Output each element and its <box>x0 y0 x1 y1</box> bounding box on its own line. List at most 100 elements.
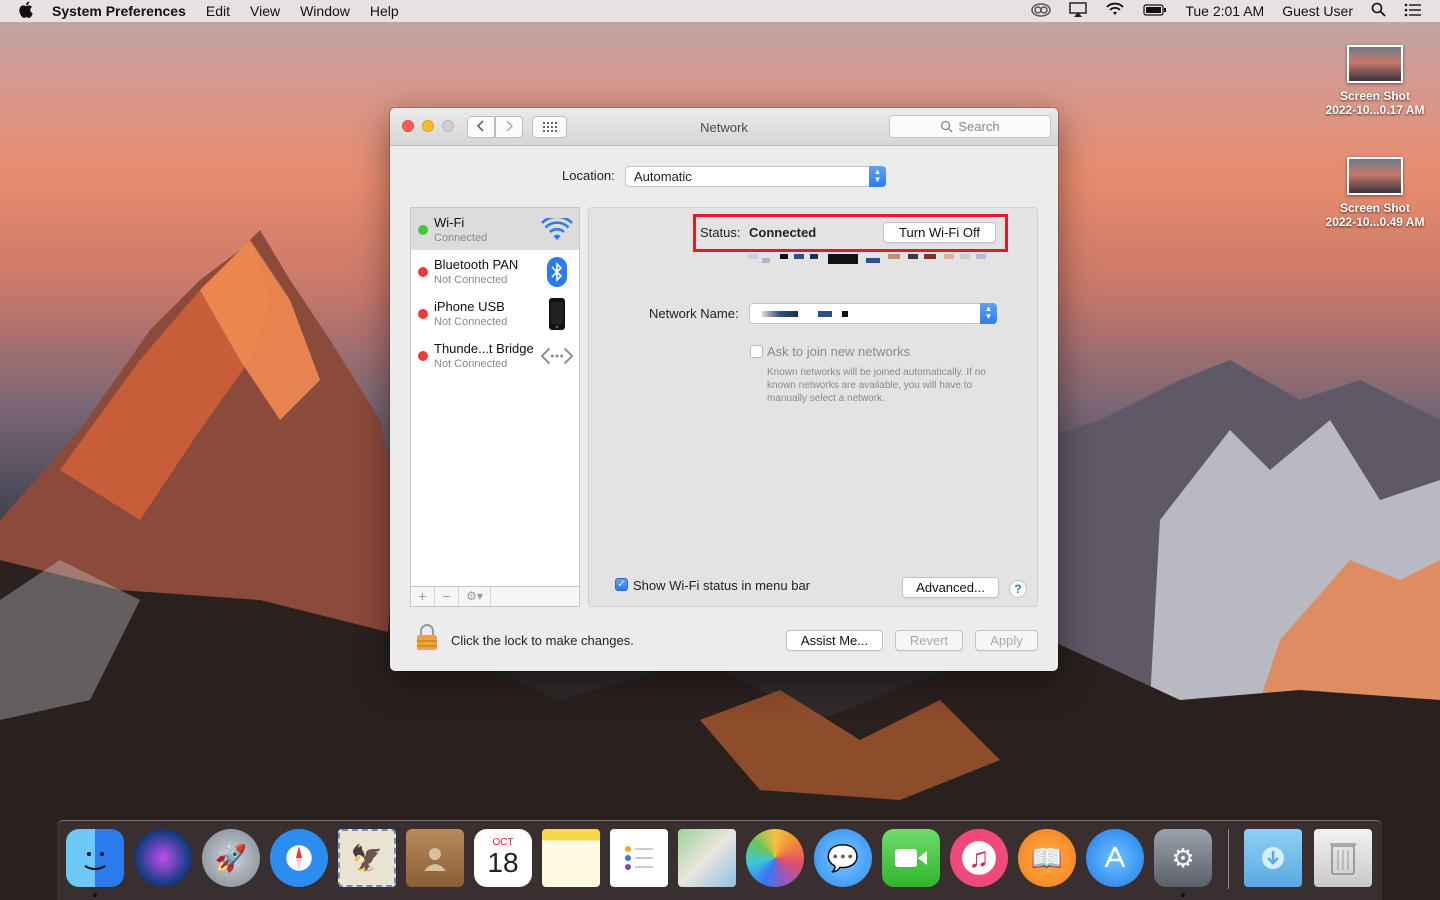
system-preferences-icon[interactable]: ⚙ <box>1154 829 1212 887</box>
turn-wifi-off-button[interactable]: Turn Wi-Fi Off <box>883 222 996 243</box>
running-indicator <box>1181 893 1185 897</box>
finder-icon[interactable] <box>66 829 124 887</box>
ask-to-join-checkbox[interactable] <box>750 345 763 358</box>
contacts-icon[interactable] <box>406 829 464 887</box>
menu-clock[interactable]: Tue 2:01 AM <box>1185 3 1264 19</box>
siri-icon[interactable] <box>134 829 192 887</box>
photos-icon[interactable] <box>746 829 804 887</box>
status-dot <box>418 309 428 319</box>
menu-view[interactable]: View <box>250 3 280 19</box>
screenshot-thumbnail <box>1347 157 1403 195</box>
remove-service-button[interactable]: − <box>435 587 459 606</box>
location-select[interactable]: Automatic ▲ ▼ <box>625 166 886 187</box>
notes-icon[interactable] <box>542 829 600 887</box>
calendar-icon[interactable]: OCT 18 <box>474 829 532 887</box>
status-dot <box>418 225 428 235</box>
menu-window[interactable]: Window <box>300 3 350 19</box>
service-item-thunderbolt-bridge[interactable]: Thunde...t Bridge Not Connected <box>411 334 579 376</box>
running-indicator <box>93 893 97 897</box>
network-name-select[interactable]: ▲ ▼ <box>749 303 997 324</box>
desktop-file-name: 2022-10...0.49 AM <box>1325 215 1425 229</box>
ibooks-icon[interactable]: 📖 <box>1018 829 1076 887</box>
bluetooth-icon <box>541 257 573 287</box>
search-icon <box>941 120 953 133</box>
status-dot <box>418 351 428 361</box>
menu-help[interactable]: Help <box>370 3 399 19</box>
maps-icon[interactable] <box>678 829 736 887</box>
thunderbolt-bridge-icon <box>541 342 573 370</box>
service-status: Not Connected <box>434 358 508 370</box>
title-bar[interactable]: Network Search <box>390 108 1058 146</box>
apple-menu-icon[interactable] <box>18 1 38 21</box>
wifi-details-panel <box>588 207 1038 607</box>
network-preferences-window: Network Search Location: Automatic ▲ ▼ Wi… <box>390 108 1058 671</box>
service-item-iphone-usb[interactable]: iPhone USB Not Connected <box>411 292 579 334</box>
show-wifi-status-checkbox[interactable]: ✓ <box>615 578 628 591</box>
downloads-folder-icon[interactable] <box>1244 829 1302 887</box>
spotlight-search-icon[interactable] <box>1371 2 1386 20</box>
service-item-bluetooth-pan[interactable]: Bluetooth PAN Not Connected <box>411 250 579 292</box>
lock-icon[interactable] <box>416 624 438 650</box>
safari-icon[interactable] <box>270 829 328 887</box>
service-name: iPhone USB <box>434 299 505 314</box>
menu-bar: System Preferences Edit View Window Help… <box>0 0 1440 22</box>
redacted-status-text <box>748 252 990 266</box>
redacted-network-name <box>762 311 798 317</box>
status-label: Status: <box>700 225 741 240</box>
messages-icon[interactable]: 💬 <box>814 829 872 887</box>
app-store-icon[interactable] <box>1086 829 1144 887</box>
service-status: Not Connected <box>434 274 508 286</box>
service-name: Wi-Fi <box>434 215 465 230</box>
desktop-file-screenshot-2[interactable]: Screen Shot 2022-10...0.49 AM <box>1310 157 1440 229</box>
select-arrows-icon: ▲ ▼ <box>869 166 886 187</box>
iphone-icon <box>541 298 573 330</box>
lock-message: Click the lock to make changes. <box>451 633 634 648</box>
ask-to-join-help-text: Known networks will be joined automatica… <box>767 367 986 404</box>
help-button[interactable]: ? <box>1009 580 1027 598</box>
dock-separator <box>1228 829 1229 889</box>
trash-icon[interactable] <box>1314 829 1372 887</box>
assist-me-button[interactable]: Assist Me... <box>786 630 883 651</box>
desktop-file-name: Screen Shot <box>1339 89 1411 103</box>
airplay-icon[interactable] <box>1069 1 1088 21</box>
facetime-icon[interactable] <box>882 829 940 887</box>
redacted-network-name <box>818 311 832 317</box>
battery-icon[interactable] <box>1143 3 1167 19</box>
service-actions-button[interactable]: ⚙▾ <box>459 587 491 606</box>
desktop-file-screenshot-1[interactable]: Screen Shot 2022-10...0.17 AM <box>1310 45 1440 117</box>
ask-to-join-label: Ask to join new networks <box>767 344 911 359</box>
advanced-button[interactable]: Advanced... <box>902 577 999 598</box>
service-name: Thunde...t Bridge <box>434 341 534 356</box>
wifi-menu-icon[interactable] <box>1105 2 1125 20</box>
service-item-wifi[interactable]: Wi-Fi Connected <box>411 208 579 250</box>
location-label: Location: <box>562 168 615 183</box>
menu-edit[interactable]: Edit <box>206 3 230 19</box>
redacted-network-name <box>842 311 848 317</box>
search-input[interactable]: Search <box>889 115 1051 138</box>
gear-icon: ⚙▾ <box>466 589 483 603</box>
reminders-icon[interactable] <box>610 829 668 887</box>
wifi-icon <box>541 216 573 244</box>
menu-app-name[interactable]: System Preferences <box>52 3 186 19</box>
service-list-toolbar: + − ⚙▾ <box>410 586 580 607</box>
itunes-icon[interactable]: ♫ <box>950 829 1008 887</box>
dock: 🚀 🦅 OCT 18 💬 ♫ 📖 ⚙ <box>57 820 1382 900</box>
desktop-file-name: 2022-10...0.17 AM <box>1325 103 1425 117</box>
status-value: Connected <box>749 225 817 240</box>
menu-user[interactable]: Guest User <box>1282 3 1353 19</box>
mail-icon[interactable]: 🦅 <box>338 829 396 887</box>
search-placeholder: Search <box>958 119 1000 134</box>
add-service-button[interactable]: + <box>411 587 435 606</box>
revert-button[interactable]: Revert <box>895 630 963 651</box>
notification-center-icon[interactable] <box>1404 3 1422 20</box>
show-wifi-status-label: Show Wi-Fi status in menu bar <box>633 578 811 593</box>
status-dot <box>418 267 428 277</box>
launchpad-icon[interactable]: 🚀 <box>202 829 260 887</box>
desktop-file-name: Screen Shot <box>1339 201 1411 215</box>
creative-cloud-icon[interactable] <box>1031 2 1052 20</box>
network-name-label: Network Name: <box>649 306 739 321</box>
service-list: Wi-Fi Connected Bluetooth PAN Not Connec… <box>410 207 580 607</box>
music-note-icon: ♫ <box>968 842 990 873</box>
apply-button[interactable]: Apply <box>975 630 1038 651</box>
calendar-day: 18 <box>487 847 519 878</box>
